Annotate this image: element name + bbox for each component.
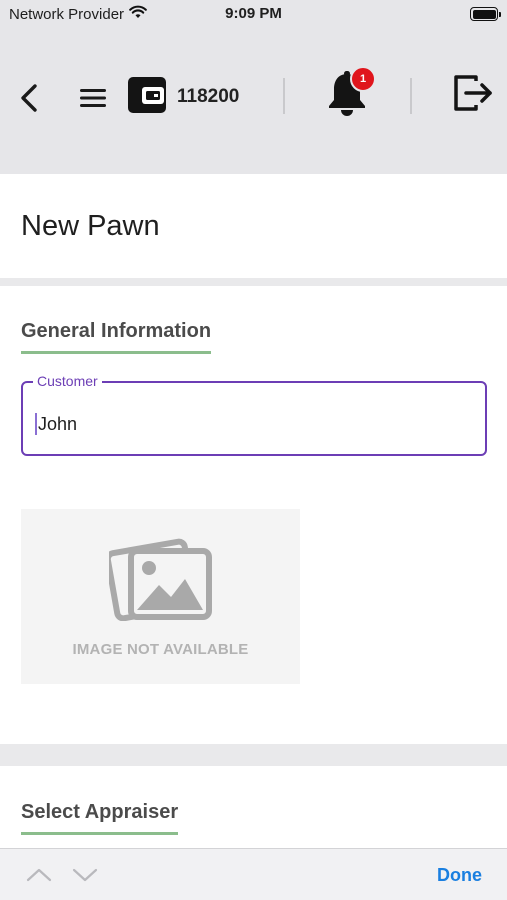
previous-field-button[interactable]: [25, 863, 53, 887]
general-information-heading: General Information: [21, 320, 212, 354]
logout-button[interactable]: [450, 70, 496, 116]
customer-field-label: Customer: [33, 373, 102, 389]
customer-input[interactable]: John: [35, 413, 77, 435]
general-information-section: General Information Customer John IMAGE …: [0, 286, 507, 744]
text-cursor: [35, 413, 37, 435]
logout-icon: [454, 75, 492, 111]
back-button[interactable]: [12, 78, 46, 118]
customer-input-value: John: [38, 413, 78, 434]
select-appraiser-heading: Select Appraiser: [21, 801, 179, 835]
page-title: New Pawn: [21, 210, 160, 242]
select-appraiser-section: Select Appraiser: [0, 766, 507, 848]
image-placeholder-text: IMAGE NOT AVAILABLE: [72, 641, 249, 658]
image-placeholder-icon: [109, 538, 212, 621]
customer-field[interactable]: Customer John: [21, 373, 487, 456]
section-separator: [0, 744, 507, 766]
keyboard-accessory-bar: Done: [0, 848, 507, 900]
header-divider: [410, 78, 412, 114]
chevron-up-icon: [26, 868, 52, 882]
status-bar: Network Provider 9:09 PM: [0, 0, 507, 30]
section-separator: [0, 278, 507, 286]
hamburger-menu-icon: [80, 89, 106, 107]
wallet-button[interactable]: [127, 76, 167, 114]
notification-badge: 1: [350, 66, 376, 92]
header-divider: [283, 78, 285, 114]
page-title-card: New Pawn: [0, 174, 507, 278]
chevron-left-icon: [21, 84, 37, 112]
status-time: 9:09 PM: [225, 5, 282, 22]
image-placeholder[interactable]: IMAGE NOT AVAILABLE: [21, 509, 300, 684]
wallet-icon: [128, 77, 166, 113]
battery-icon: [470, 7, 501, 21]
wallet-balance: 118200: [177, 86, 240, 107]
next-field-button[interactable]: [71, 863, 99, 887]
done-button[interactable]: Done: [437, 865, 482, 886]
menu-button[interactable]: [74, 78, 112, 118]
chevron-down-icon: [72, 868, 98, 882]
app-header: 118200 1: [0, 30, 507, 174]
